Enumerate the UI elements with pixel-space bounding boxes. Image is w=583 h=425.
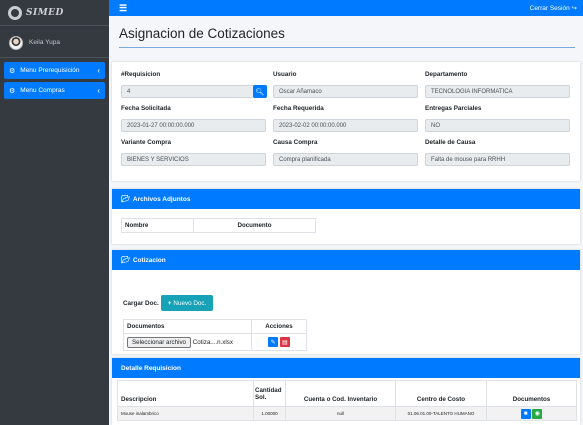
requisicion-label: #Requisicion (121, 71, 161, 78)
fecha-requerida-field[interactable]: 2023-02-02 00:00:00.000 (273, 119, 418, 132)
sign-out-icon: ↪ (571, 5, 577, 12)
detalle-causa-label: Detalle de Causa (425, 139, 476, 146)
cotizacion-card: 📂︎ Cotizacion Cargar Doc. + Nuevo Doc. D… (112, 250, 580, 354)
cotizacion-table: Documentos Acciones Seleccionar archivo … (123, 319, 307, 351)
delete-button[interactable]: ▤ (279, 337, 290, 347)
departamento-label: Departamento (425, 71, 468, 78)
variante-compra-label: Variante Compra (121, 139, 172, 146)
brand-name: SIMED (26, 7, 64, 18)
table-cell: Seleccionar archivo Cotiza....n.xlsx (123, 333, 252, 351)
departamento-field[interactable]: TECNOLOGIA INFORMATICA (425, 85, 570, 98)
column-header: Centro de Costo (395, 380, 487, 407)
causa-compra-label: Causa Compra (273, 139, 318, 146)
usuario-field[interactable]: Oscar Añamaco (273, 85, 418, 98)
topbar: ☰ Cerrar Sesión ↪ (109, 0, 583, 16)
user-panel[interactable]: Keila Yupa (0, 28, 109, 58)
avatar (9, 35, 23, 50)
sidebar: SIMED Keila Yupa ⚙ Menu Prerequisición ‹… (0, 0, 109, 425)
table-cell: ✎ ▤ (251, 333, 307, 351)
cantidad-cell: 1.00000 (253, 406, 286, 421)
adjuntos-table: Nombre Documento (121, 218, 316, 233)
causa-compra-field[interactable]: Compra planificada (273, 153, 418, 166)
entregas-parciales-field[interactable]: NO (425, 119, 570, 132)
column-header: Nombre (121, 218, 194, 233)
column-header: Documento (193, 218, 316, 233)
adjuntos-card: 📂︎ Archivos Adjuntos Nombre Documento (112, 189, 580, 244)
entregas-parciales-label: Entregas Parciales (425, 105, 482, 112)
logout-link[interactable]: Cerrar Sesión ↪ (530, 4, 577, 12)
column-header: Documentos (123, 319, 252, 334)
fecha-solicitada-label: Fecha Solicitada (121, 105, 171, 112)
detalle-card: Detalle Requisicion Descripcion Cantidad… (112, 358, 580, 425)
sidebar-item-label: Menu Compras (20, 87, 65, 94)
plus-icon: + (167, 299, 172, 307)
sidebar-nav: ⚙ Menu Prerequisición ‹ ⚙ Menu Compras ‹ (0, 58, 109, 99)
sidebar-item-compras[interactable]: ⚙ Menu Compras ‹ (4, 82, 105, 99)
sidebar-item-label: Menu Prerequisición (20, 67, 80, 74)
descripcion-cell: Mouse inalambrico (117, 406, 254, 421)
detalle-causa-field[interactable]: Falta de mouse para RRHH (425, 153, 570, 166)
fecha-solicitada-field[interactable]: 2023-01-27 00:00:00.000 (121, 119, 266, 132)
detalle-title: Detalle Requisicion (121, 364, 181, 372)
gears-icon: ⚙ (9, 67, 16, 75)
cotizacion-header: 📂︎ Cotizacion (112, 250, 580, 270)
brand[interactable]: SIMED (0, 0, 109, 26)
cotizacion-title: Cotizacion (132, 256, 166, 264)
sidebar-item-prerequisicion[interactable]: ⚙ Menu Prerequisición ‹ (4, 62, 105, 79)
documentos-cell: ■ ◉ (486, 406, 577, 421)
column-header: Cuenta o Cod. Inventario (285, 380, 396, 407)
menu-toggle-icon[interactable]: ☰ (119, 3, 127, 14)
requisicion-card: #Requisicion 4 🔍︎ Usuario Oscar Añamaco … (112, 62, 580, 181)
nuevo-doc-button[interactable]: + Nuevo Doc. (161, 295, 213, 311)
folder-open-icon: 📂︎ (121, 196, 130, 203)
logout-label: Cerrar Sesión (529, 5, 570, 12)
file-choose-button[interactable]: Seleccionar archivo (127, 336, 191, 348)
search-button[interactable]: 🔍︎ (253, 85, 267, 98)
detalle-header: Detalle Requisicion (112, 358, 580, 378)
edit-button[interactable]: ✎ (268, 337, 279, 347)
column-header: Cantidad Sol. (253, 380, 286, 407)
chevron-left-icon: ‹ (97, 86, 100, 95)
column-header: Acciones (251, 319, 307, 334)
column-header: Documentos (486, 380, 577, 407)
centro-costo-cell: 01.06.01.00-TALENTO HUMANO (395, 406, 487, 421)
document-button[interactable]: ■ (520, 408, 531, 419)
adjuntos-header: 📂︎ Archivos Adjuntos (112, 189, 580, 209)
user-name[interactable]: Keila Yupa (29, 39, 60, 46)
eye-icon: ◉ (534, 411, 540, 417)
cuenta-cell: null (285, 406, 396, 421)
fecha-requerida-label: Fecha Requerida (273, 105, 324, 112)
requisicion-field[interactable]: 4 (121, 85, 254, 98)
search-icon: 🔍︎ (255, 88, 265, 96)
folder-open-icon: 📂︎ (121, 257, 130, 264)
view-button[interactable]: ◉ (532, 408, 543, 419)
adjuntos-title: Archivos Adjuntos (132, 195, 191, 203)
usuario-label: Usuario (273, 71, 297, 78)
page-title: Asignacion de Cotizaciones (119, 26, 285, 41)
cargar-doc-label: Cargar Doc. (123, 300, 159, 307)
trash-icon: ▤ (282, 339, 288, 346)
main-content: Asignacion de Cotizaciones #Requisicion … (109, 16, 583, 425)
nuevo-doc-label: Nuevo Doc. (173, 299, 207, 307)
variante-compra-field[interactable]: BIENES Y SERVICIOS (121, 153, 266, 166)
detalle-table: Descripcion Cantidad Sol. Cuenta o Cod. … (117, 380, 577, 421)
logo-icon (8, 5, 22, 20)
file-icon: ■ (523, 410, 528, 417)
gears-icon: ⚙ (9, 87, 16, 95)
title-divider (119, 47, 575, 48)
table-row: Mouse inalambrico 1.00000 null 01.06.01.… (117, 406, 577, 421)
pencil-icon: ✎ (270, 339, 276, 346)
file-name: Cotiza....n.xlsx (192, 338, 233, 346)
chevron-left-icon: ‹ (97, 66, 100, 75)
column-header: Descripcion (117, 380, 254, 407)
